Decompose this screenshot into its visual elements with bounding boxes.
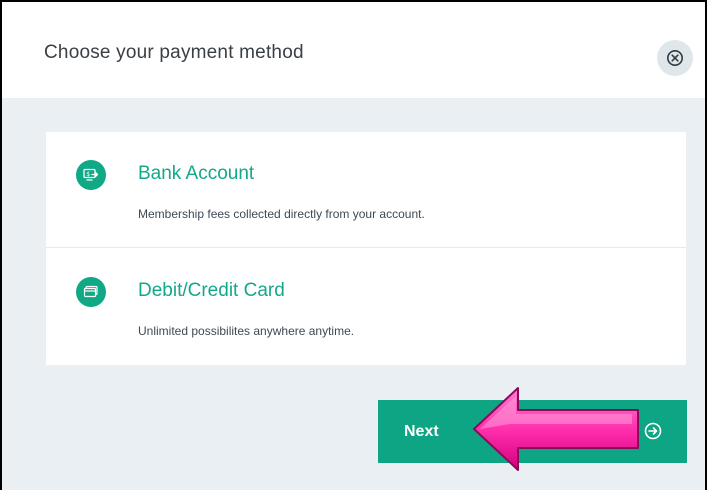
option-title: Debit/Credit Card (138, 280, 285, 301)
payment-options: $ Bank Account Membership fees collected… (46, 132, 686, 365)
close-button[interactable] (657, 40, 693, 76)
credit-card-icon (76, 277, 106, 307)
option-title: Bank Account (138, 163, 255, 184)
dialog-header: Choose your payment method (2, 2, 705, 98)
svg-text:$: $ (86, 171, 90, 178)
option-description: Membership fees collected directly from … (138, 207, 425, 221)
option-description: Unlimited possibilites anywhere anytime. (138, 324, 355, 338)
next-button-label: Next (404, 423, 439, 440)
pink-arrow-icon (473, 387, 639, 471)
dialog-title: Choose your payment method (44, 42, 304, 63)
option-bank-account[interactable]: $ Bank Account Membership fees collected… (46, 132, 686, 248)
arrow-right-circle-icon (644, 422, 662, 440)
bank-transfer-icon: $ (76, 160, 106, 190)
option-card[interactable]: Debit/Credit Card Unlimited possibilites… (46, 249, 686, 365)
close-circle-icon (667, 50, 683, 66)
